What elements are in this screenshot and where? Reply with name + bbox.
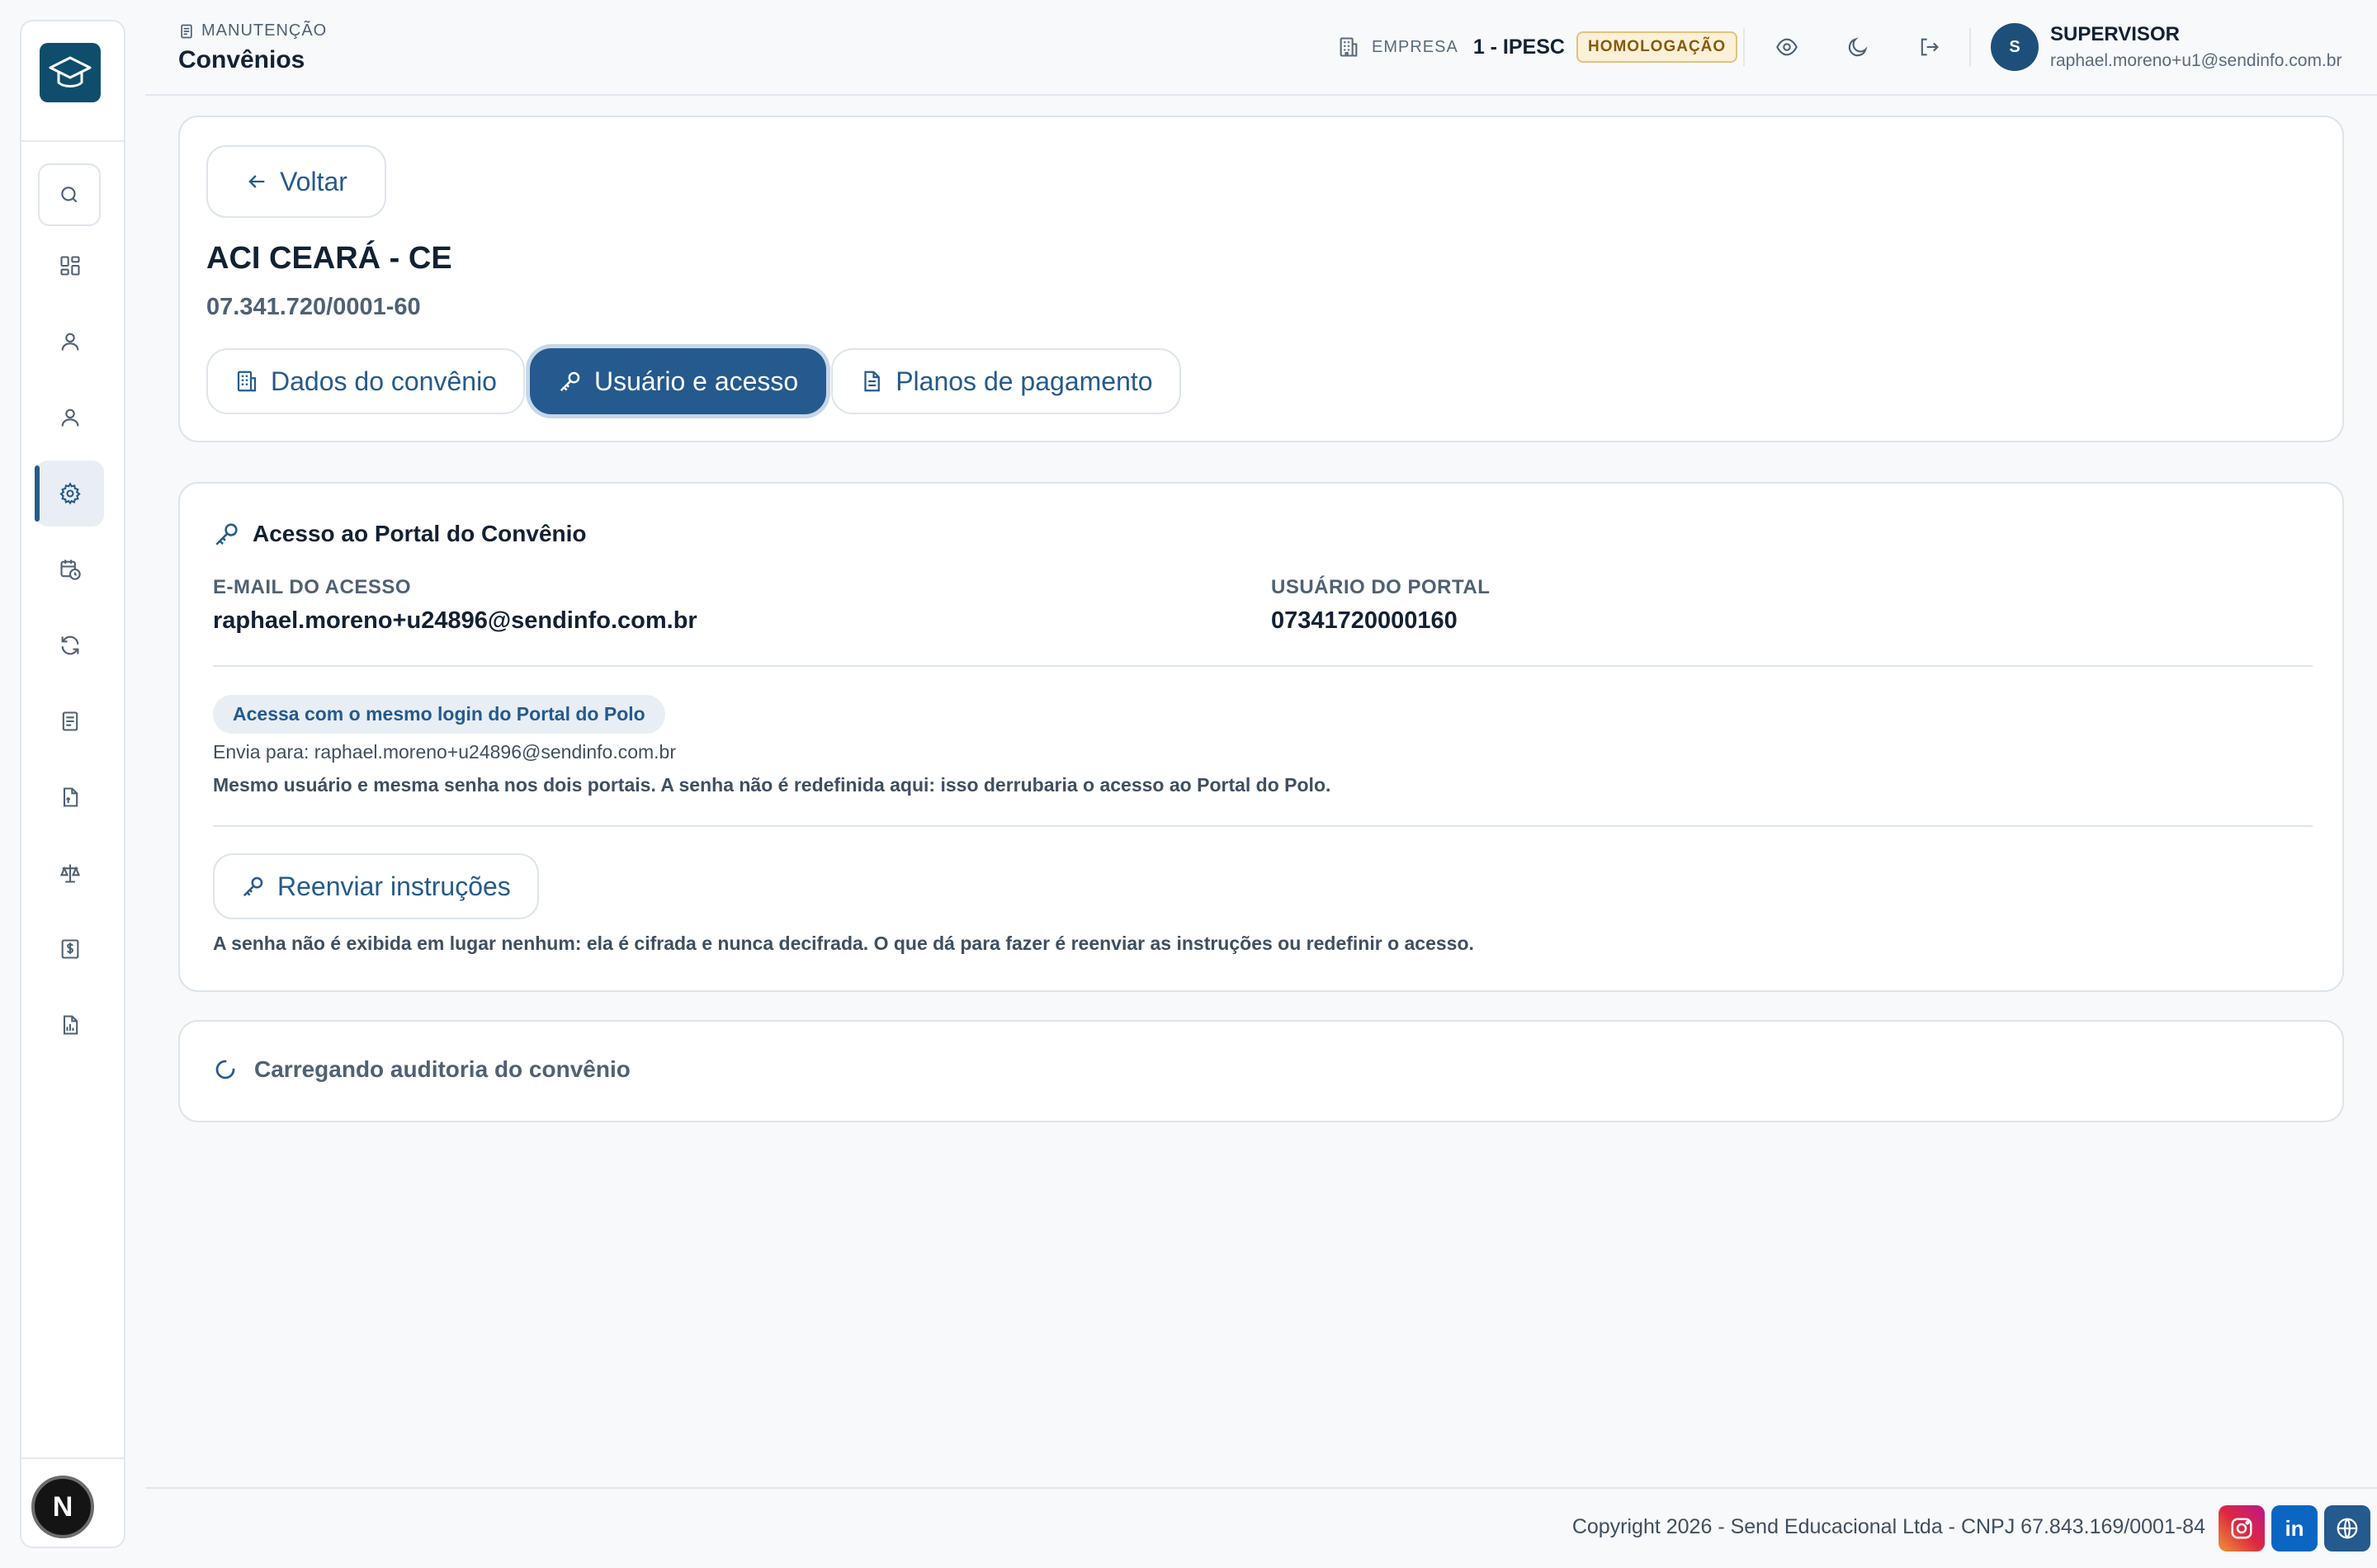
portal-user-label: USUÁRIO DO PORTAL	[1271, 576, 1491, 598]
moon-icon	[1846, 35, 1869, 59]
detail-tabs: Dados do convênio Usuário e acesso Plano…	[206, 348, 1181, 414]
sidebar: N	[20, 20, 125, 1548]
sidebar-item-maintenance[interactable]	[35, 460, 104, 527]
gear-icon	[59, 482, 82, 505]
theme-toggle-button[interactable]	[1839, 28, 1877, 66]
search-icon	[59, 184, 80, 205]
key-icon	[213, 520, 241, 548]
sidebar-divider	[21, 1457, 124, 1459]
key-icon	[241, 874, 266, 899]
company-name: 1 - IPESC	[1472, 35, 1565, 59]
sidebar-item-reports[interactable]	[36, 992, 104, 1058]
portal-access-card: Acesso ao Portal do Convênio E-MAIL DO A…	[178, 482, 2344, 992]
email-label: E-MAIL DO ACESSO	[213, 576, 412, 598]
globe-icon	[2335, 1516, 2360, 1541]
breadcrumb: MANUTENÇÃO	[178, 21, 327, 40]
logout-icon	[1917, 35, 1940, 59]
document-icon	[178, 23, 195, 40]
document-icon	[859, 369, 884, 394]
audit-loading: Carregando auditoria do convênio	[213, 1056, 631, 1083]
page-title: Convênios	[178, 46, 305, 73]
section-title-label: Acesso ao Portal do Convênio	[253, 521, 587, 546]
sidebar-item-schedule[interactable]	[36, 536, 104, 602]
sidebar-item-documents[interactable]	[36, 688, 104, 754]
tab-label: Usuário e acesso	[593, 366, 799, 396]
sidebar-item-people[interactable]	[36, 385, 104, 451]
logo-graduation-cap-icon[interactable]	[40, 43, 101, 102]
back-button-label: Voltar	[280, 166, 347, 196]
copyright-text: Copyright 2026 - Send Educacional Ltda -…	[1571, 1515, 2205, 1538]
breadcrumb-label: MANUTENÇÃO	[201, 21, 328, 40]
user-icon	[59, 406, 82, 429]
sidebar-search-button[interactable]	[38, 163, 101, 226]
resend-instructions-button[interactable]: Reenviar instruções	[213, 853, 539, 919]
agreement-header-card: Voltar ACI CEARÁ - CE 07.341.720/0001-60…	[178, 116, 2344, 442]
file-icon	[59, 786, 82, 809]
tab-payment-plans[interactable]: Planos de pagamento	[831, 348, 1181, 414]
audit-loading-text: Carregando auditoria do convênio	[254, 1056, 631, 1082]
divider	[213, 825, 2313, 827]
tab-agreement-data[interactable]: Dados do convênio	[206, 348, 525, 414]
sidebar-item-legal[interactable]	[36, 840, 104, 906]
building-icon	[234, 369, 259, 394]
building-icon	[1337, 35, 1360, 59]
scale-icon	[59, 862, 82, 885]
user-icon	[59, 330, 82, 353]
tab-label: Dados do convênio	[271, 366, 497, 396]
document-icon	[59, 710, 82, 733]
instagram-icon	[2229, 1516, 2254, 1541]
instagram-link[interactable]	[2219, 1505, 2265, 1551]
email-value: raphael.moreno+u24896@sendinfo.com.br	[213, 607, 697, 634]
spinner-icon	[213, 1057, 238, 1082]
refresh-icon	[59, 634, 82, 657]
user-email: raphael.moreno+u1@sendinfo.com.br	[2050, 51, 2342, 70]
linkedin-icon: in	[2285, 1515, 2304, 1541]
environment-badge: HOMOLOGAÇÃO	[1576, 31, 1738, 63]
agreement-cnpj: 07.341.720/0001-60	[206, 294, 421, 320]
agreement-name: ACI CEARÁ - CE	[206, 241, 452, 276]
back-button[interactable]: Voltar	[206, 145, 386, 218]
footer-divider	[145, 1487, 2377, 1489]
header-divider	[1743, 28, 1745, 66]
sidebar-item-finance[interactable]	[36, 916, 104, 982]
audit-card: Carregando auditoria do convênio	[178, 1020, 2344, 1122]
header-divider	[1969, 28, 1971, 66]
eye-icon	[1775, 35, 1798, 59]
linkedin-link[interactable]: in	[2271, 1505, 2318, 1551]
company-label: EMPRESA	[1372, 37, 1458, 56]
section-title: Acesso ao Portal do Convênio	[213, 520, 587, 548]
dollar-icon	[59, 937, 82, 961]
website-link[interactable]	[2324, 1505, 2370, 1551]
sent-to-text: Envia para: raphael.moreno+u24896@sendin…	[213, 741, 677, 763]
tab-label: Planos de pagamento	[896, 366, 1153, 396]
company-selector[interactable]: EMPRESA 1 - IPESC HOMOLOGAÇÃO	[1337, 31, 1738, 63]
calendar-clock-icon	[59, 558, 82, 581]
top-header: MANUTENÇÃO Convênios EMPRESA 1 - IPESC H…	[145, 0, 2377, 96]
sidebar-divider	[21, 140, 124, 142]
sidebar-item-sync[interactable]	[36, 612, 104, 678]
key-icon	[558, 369, 583, 394]
password-info-note: A senha não é exibida em lugar nenhum: e…	[213, 933, 1474, 954]
report-icon	[59, 1013, 82, 1037]
logout-button[interactable]	[1910, 28, 1948, 66]
resend-button-label: Reenviar instruções	[277, 871, 511, 901]
divider	[213, 665, 2313, 667]
sidebar-item-users[interactable]	[36, 309, 104, 375]
arrow-left-icon	[245, 170, 268, 193]
preview-button[interactable]	[1768, 28, 1806, 66]
sidebar-item-dashboard[interactable]	[36, 233, 104, 299]
portal-user-value: 07341720000160	[1271, 607, 1458, 634]
user-role: SUPERVISOR	[2050, 23, 2180, 45]
shared-password-note: Mesmo usuário e mesma senha nos dois por…	[213, 774, 1331, 796]
dashboard-icon	[59, 254, 82, 277]
avatar[interactable]: S	[1991, 23, 2039, 71]
shared-login-badge: Acessa com o mesmo login do Portal do Po…	[213, 695, 665, 734]
sidebar-item-files[interactable]	[36, 764, 104, 830]
tab-user-access[interactable]: Usuário e acesso	[529, 348, 827, 414]
dev-tools-badge[interactable]: N	[31, 1476, 94, 1538]
